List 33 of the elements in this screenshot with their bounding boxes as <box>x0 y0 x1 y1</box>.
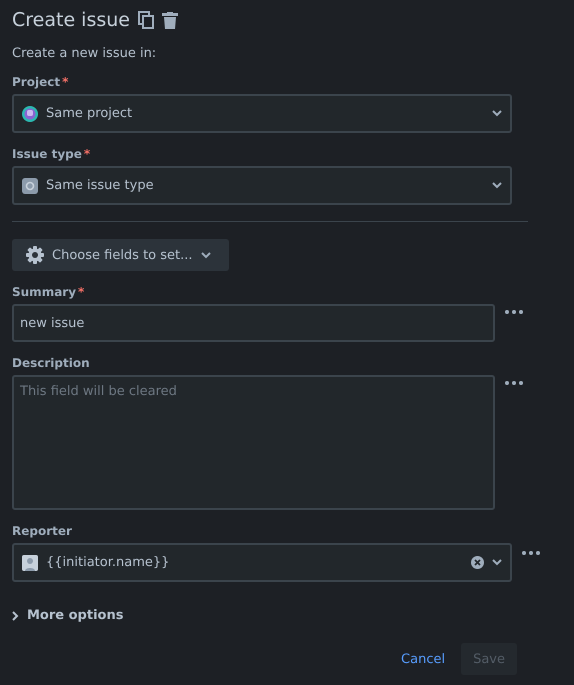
issue-type-icon <box>22 178 38 194</box>
settings-icon <box>26 246 44 264</box>
cancel-link[interactable]: Cancel <box>401 652 446 666</box>
project-icon <box>22 106 38 122</box>
chevron-down-icon <box>492 110 502 117</box>
field-label: Reporter <box>12 524 73 538</box>
copy-icon[interactable] <box>138 11 154 29</box>
chevron-down-icon <box>492 182 502 189</box>
field-label: Description <box>12 356 91 370</box>
more-icon <box>522 551 540 555</box>
field-label: Issue type * <box>12 147 92 161</box>
description-field[interactable]: This field will be cleared <box>12 375 495 510</box>
select-field[interactable]: Same project <box>12 94 512 133</box>
field-label: Summary * <box>12 285 86 299</box>
more-button[interactable] <box>505 381 523 385</box>
intro-text: Create a new issue in: <box>12 46 158 61</box>
chevron-right-icon <box>12 610 19 620</box>
page-title: Create issue <box>12 9 130 31</box>
more-options-toggle[interactable]: More options <box>12 608 124 623</box>
clear-icon[interactable] <box>471 556 484 569</box>
more-icon <box>505 310 523 314</box>
more-button[interactable] <box>505 310 523 314</box>
chevron-down-icon <box>200 252 211 258</box>
more-button[interactable] <box>522 551 540 555</box>
trash-icon[interactable] <box>162 12 178 28</box>
reporter-select[interactable]: {{initiator.name}} <box>12 543 512 582</box>
more-icon <box>505 381 523 385</box>
choose-fields-button[interactable]: Choose fields to set... <box>12 239 229 271</box>
select-field[interactable]: Same issue type <box>12 166 512 205</box>
field-label: Project * <box>12 75 70 89</box>
user-avatar-icon <box>22 554 38 570</box>
summary-input[interactable]: new issue <box>12 304 495 342</box>
chevron-down-icon <box>492 559 502 566</box>
